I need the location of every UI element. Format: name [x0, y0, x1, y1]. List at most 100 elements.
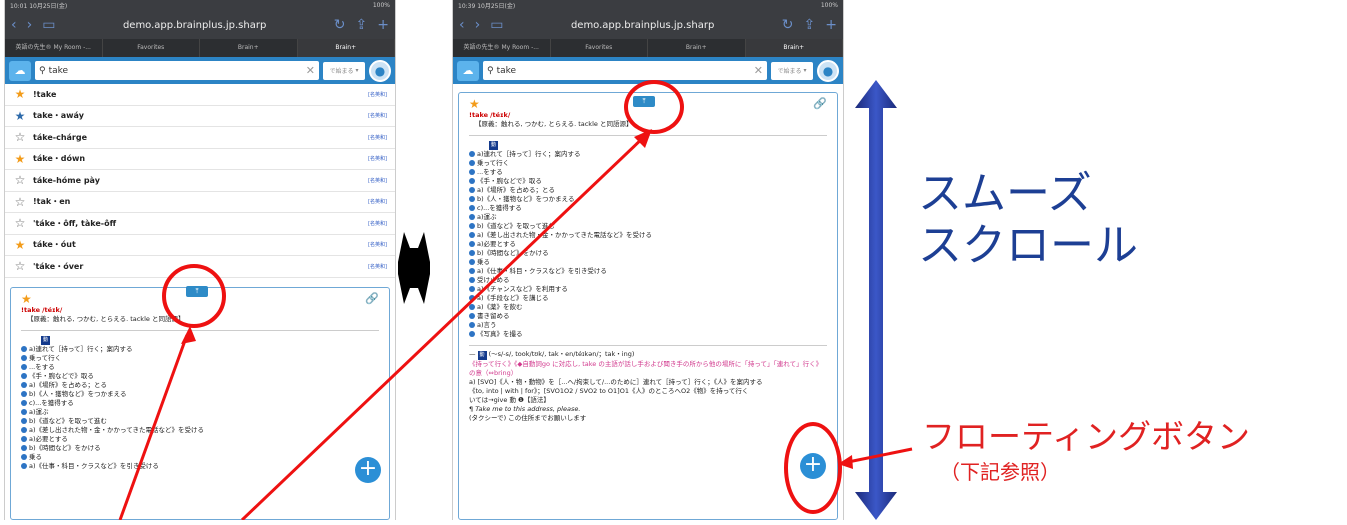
- search-input[interactable]: ⚲ take ✕: [483, 61, 767, 80]
- sense-item: 乗る: [469, 258, 827, 267]
- sense-number-icon: [469, 259, 475, 265]
- favorite-star-icon[interactable]: ☆: [13, 130, 27, 144]
- entry-headword: !take: [21, 306, 41, 314]
- tab-my-room[interactable]: 英語の先生® My Room -...: [453, 39, 551, 57]
- reload-icon[interactable]: ↻: [782, 17, 794, 33]
- floating-add-button[interactable]: +: [355, 457, 381, 483]
- example-translation: (タクシーで) この住所までお願いします: [469, 414, 587, 422]
- clear-icon[interactable]: ✕: [754, 64, 763, 77]
- sense-number-icon: [469, 205, 475, 211]
- sense-number-icon: [469, 178, 475, 184]
- word-label: táke・óut: [33, 240, 76, 250]
- word-list-item[interactable]: ★ táke・óut [名英和]: [5, 235, 395, 256]
- browser-toolbar: ‹ › ▭ demo.app.brainplus.jp.sharp ↻ ⇪ +: [5, 11, 395, 39]
- back-icon[interactable]: ‹: [11, 17, 17, 33]
- sense-number-icon: [469, 313, 475, 319]
- new-tab-icon[interactable]: +: [825, 17, 837, 33]
- forward-icon[interactable]: ›: [475, 17, 481, 33]
- tab-brainplus[interactable]: Brain+: [648, 39, 746, 57]
- forward-icon[interactable]: ›: [27, 17, 33, 33]
- sense-number-icon: [469, 223, 475, 229]
- new-tab-icon[interactable]: +: [377, 17, 389, 33]
- back-icon[interactable]: ‹: [459, 17, 465, 33]
- floating-button-note: （下記参照）: [940, 460, 1060, 484]
- favorite-star-icon[interactable]: ☆: [13, 216, 27, 230]
- favorite-star-icon[interactable]: ☆: [13, 173, 27, 187]
- tab-favorites[interactable]: Favorites: [103, 39, 200, 57]
- share-icon[interactable]: ⇪: [804, 17, 816, 33]
- sense-item: 《手・腕などで》取る: [21, 372, 379, 381]
- sense-number-icon: [21, 391, 27, 397]
- favorite-star-icon[interactable]: ★: [13, 87, 27, 101]
- url-field[interactable]: demo.app.brainplus.jp.sharp: [513, 20, 771, 31]
- left-screenshot: 10:01 10月25日(金) 100% ‹ › ▭ demo.app.brai…: [4, 0, 396, 520]
- word-label: táke・dówn: [33, 154, 86, 164]
- sense-number-icon: [469, 295, 475, 301]
- link-icon[interactable]: 🔗: [813, 98, 827, 109]
- sense-item: ...をする: [21, 363, 379, 372]
- sense-number-icon: [469, 232, 475, 238]
- word-list-item[interactable]: ★ take・awáy [名英和]: [5, 106, 395, 127]
- match-mode-select[interactable]: で始まる ▾: [771, 61, 813, 80]
- sense-list: a)連れて［持って］行く；案内する 乗って行く ...をする 《手・腕などで》取る a)…: [21, 345, 379, 471]
- sense-number-icon: [21, 364, 27, 370]
- clear-icon[interactable]: ✕: [306, 64, 315, 77]
- word-list-item[interactable]: ☆ 'táke・ôff, tàke-ôff [名英和]: [5, 213, 395, 235]
- app-logo-icon[interactable]: ☁: [457, 60, 479, 81]
- sense-item: a)連れて［持って］行く；案内する: [21, 345, 379, 354]
- favorite-star-icon[interactable]: ★: [13, 152, 27, 166]
- sense-item: 《手・腕などで》取る: [469, 177, 827, 186]
- link-icon[interactable]: 🔗: [365, 293, 379, 304]
- app-logo-icon[interactable]: ☁: [9, 60, 31, 81]
- sense-item: a)言う: [469, 321, 827, 330]
- word-list-item[interactable]: ★ táke・dówn [名英和]: [5, 149, 395, 170]
- sense-item: ...をする: [469, 168, 827, 177]
- tab-my-room[interactable]: 英語の先生® My Room -...: [5, 39, 103, 57]
- browser-tabs: 英語の先生® My Room -... Favorites Brain+ Bra…: [453, 39, 843, 57]
- status-bar: 10:01 10月25日(金) 100%: [5, 0, 395, 11]
- entry-card: ★ 🔗 !take /téɪk/ 【原義：触れる, つかむ, とらえる. tac…: [458, 92, 838, 520]
- example-sentence: ¶ Take me to this address, please.: [469, 405, 581, 413]
- user-avatar-icon[interactable]: ●: [369, 59, 391, 82]
- bookmarks-icon[interactable]: ▭: [490, 17, 503, 33]
- url-field[interactable]: demo.app.brainplus.jp.sharp: [65, 20, 323, 31]
- sense-detail-c: いては→give 動 ❶【語法】: [469, 396, 550, 404]
- tab-brainplus-active[interactable]: Brain+: [297, 39, 395, 57]
- dictionary-tag: [名英和]: [368, 220, 387, 227]
- reload-icon[interactable]: ↻: [334, 17, 346, 33]
- bookmarks-icon[interactable]: ▭: [42, 17, 55, 33]
- dictionary-tag: [名英和]: [368, 156, 387, 163]
- share-icon[interactable]: ⇪: [356, 17, 368, 33]
- sense-item: a)《薬》を飲む: [469, 303, 827, 312]
- word-list-item[interactable]: ☆ táke-hóme pày [名英和]: [5, 170, 395, 192]
- word-list-item[interactable]: ☆ !tak・en [名英和]: [5, 192, 395, 213]
- entry-pron: /téɪk/: [490, 111, 511, 119]
- battery-status: 100%: [372, 2, 390, 9]
- sense-number-icon: [21, 436, 27, 442]
- word-list-item[interactable]: ★ !take [名英和]: [5, 84, 395, 106]
- browser-toolbar: ‹ › ▭ demo.app.brainplus.jp.sharp ↻ ⇪ +: [453, 11, 843, 39]
- tab-brainplus-active[interactable]: Brain+: [745, 39, 843, 57]
- sense-item: b)《人・獲物など》をつかまえる: [469, 195, 827, 204]
- favorite-star-icon[interactable]: ★: [13, 238, 27, 252]
- tab-favorites[interactable]: Favorites: [551, 39, 648, 57]
- smooth-line-1: スムーズ: [918, 168, 1092, 219]
- sense-number-icon: [469, 187, 475, 193]
- right-screenshot: 10:39 10月25日(金) 100% ‹ › ▭ demo.app.brai…: [452, 0, 844, 520]
- word-label: 'táke・ôff, tàke-ôff: [33, 218, 117, 228]
- sense-item: a)《場所》を占める；とる: [21, 381, 379, 390]
- word-list-item[interactable]: ☆ táke-chárge [名英和]: [5, 127, 395, 149]
- user-avatar-icon[interactable]: ●: [817, 59, 839, 82]
- sense-item: a)《チャンスなど》を利用する: [469, 285, 827, 294]
- match-mode-select[interactable]: で始まる ▾: [323, 61, 365, 80]
- favorite-star-icon[interactable]: ☆: [13, 195, 27, 209]
- tab-brainplus[interactable]: Brain+: [200, 39, 298, 57]
- sense-item: a)運ぶ: [469, 213, 827, 222]
- favorite-star-icon[interactable]: ★: [13, 109, 27, 123]
- favorite-star-icon[interactable]: ☆: [13, 259, 27, 273]
- search-input[interactable]: ⚲ take ✕: [35, 61, 319, 80]
- sense-number-icon: [469, 322, 475, 328]
- dictionary-tag: [名英和]: [368, 177, 387, 184]
- sense-item: b)《道など》を取って進む: [469, 222, 827, 231]
- sense-item: 乗って行く: [21, 354, 379, 363]
